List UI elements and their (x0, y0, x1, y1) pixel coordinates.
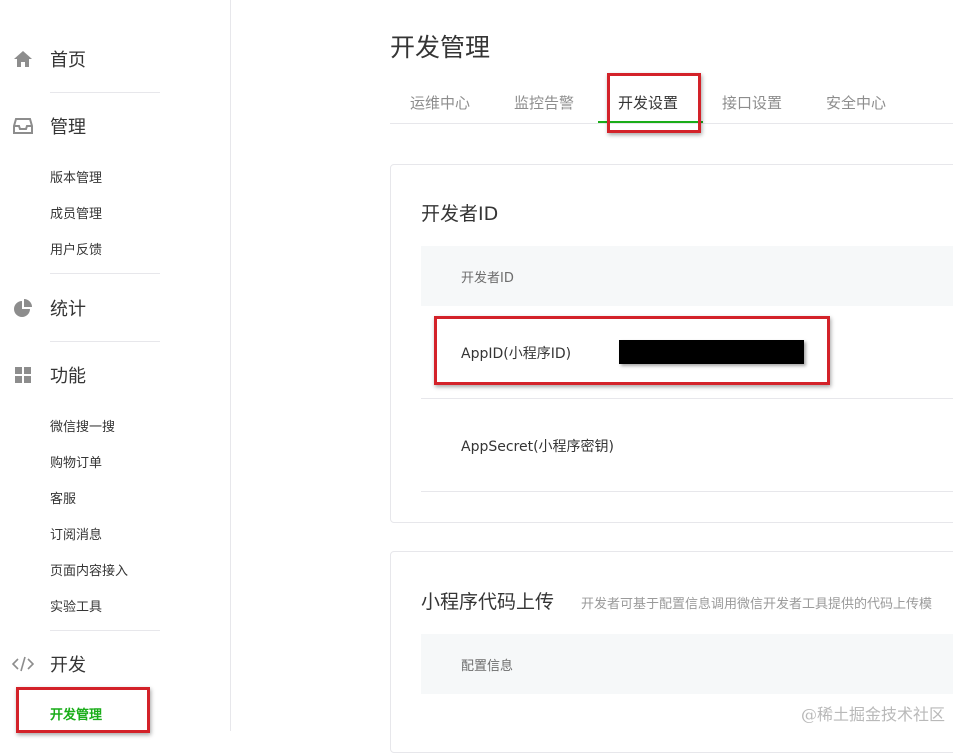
appid-row: AppID(小程序ID) (421, 306, 953, 399)
sidebar-item-stats-label: 统计 (50, 299, 86, 320)
code-icon (12, 653, 34, 675)
sidebar: 首页 管理 版本管理 成员管理 用户反馈 统计 功能 微信搜一搜 购物订单 客服… (0, 0, 231, 731)
sidebar-item-lab-tools[interactable]: 实验工具 (50, 596, 102, 615)
sidebar-item-shopping-orders[interactable]: 购物订单 (50, 452, 102, 471)
code-upload-title: 小程序代码上传 (421, 591, 555, 613)
appid-label: AppID(小程序ID) (461, 346, 572, 362)
divider (50, 92, 160, 93)
home-icon (12, 48, 34, 70)
divider (50, 273, 160, 274)
tab-bar: 运维中心 监控告警 开发设置 接口设置 安全中心 (390, 88, 953, 124)
code-upload-table-header: 配置信息 (421, 634, 953, 694)
sidebar-group-dev-label: 开发 (50, 655, 86, 676)
tab-ops-center[interactable]: 运维中心 (410, 92, 470, 113)
sidebar-item-home[interactable]: 首页 (0, 44, 230, 74)
sidebar-item-customer-service[interactable]: 客服 (50, 488, 76, 507)
code-upload-description: 开发者可基于配置信息调用微信开发者工具提供的代码上传模 (581, 597, 933, 612)
divider (50, 630, 160, 631)
developer-id-table-header: 开发者ID (421, 246, 953, 306)
watermark: @稀土掘金技术社区 (800, 705, 945, 724)
grid-icon (12, 364, 34, 386)
appsecret-label: AppSecret(小程序密钥) (461, 439, 615, 455)
sidebar-item-dev-manage[interactable]: 开发管理 (50, 704, 102, 723)
config-info-label: 配置信息 (461, 659, 514, 674)
sidebar-item-subscribe-messages[interactable]: 订阅消息 (50, 524, 102, 543)
sidebar-item-page-content[interactable]: 页面内容接入 (50, 560, 128, 579)
sidebar-group-features-label: 功能 (50, 366, 86, 387)
page-title: 开发管理 (390, 33, 491, 62)
tab-active-indicator (598, 121, 703, 123)
sidebar-item-wechat-search[interactable]: 微信搜一搜 (50, 416, 115, 435)
divider (50, 341, 160, 342)
tab-security-center[interactable]: 安全中心 (826, 92, 886, 113)
sidebar-group-manage[interactable]: 管理 (0, 111, 230, 141)
tab-dev-settings[interactable]: 开发设置 (618, 92, 678, 113)
appsecret-row: AppSecret(小程序密钥) (421, 399, 953, 492)
sidebar-item-stats[interactable]: 统计 (0, 293, 230, 323)
developer-id-header-label: 开发者ID (461, 271, 514, 286)
sidebar-group-manage-label: 管理 (50, 117, 86, 138)
tab-monitor-alerts[interactable]: 监控告警 (514, 92, 574, 113)
sidebar-item-user-feedback[interactable]: 用户反馈 (50, 239, 102, 258)
sidebar-group-features[interactable]: 功能 (0, 360, 230, 390)
tab-api-settings[interactable]: 接口设置 (722, 92, 782, 113)
sidebar-group-dev[interactable]: 开发 (0, 649, 230, 679)
developer-id-title: 开发者ID (421, 203, 499, 225)
sidebar-item-home-label: 首页 (50, 50, 86, 71)
pie-chart-icon (12, 297, 34, 319)
sidebar-item-member-manage[interactable]: 成员管理 (50, 203, 102, 222)
inbox-icon (12, 115, 34, 137)
sidebar-item-version-manage[interactable]: 版本管理 (50, 167, 102, 186)
appid-value-redacted (619, 340, 804, 364)
developer-id-card: 开发者ID 开发者ID AppID(小程序ID) AppSecret(小程序密钥… (390, 164, 953, 523)
